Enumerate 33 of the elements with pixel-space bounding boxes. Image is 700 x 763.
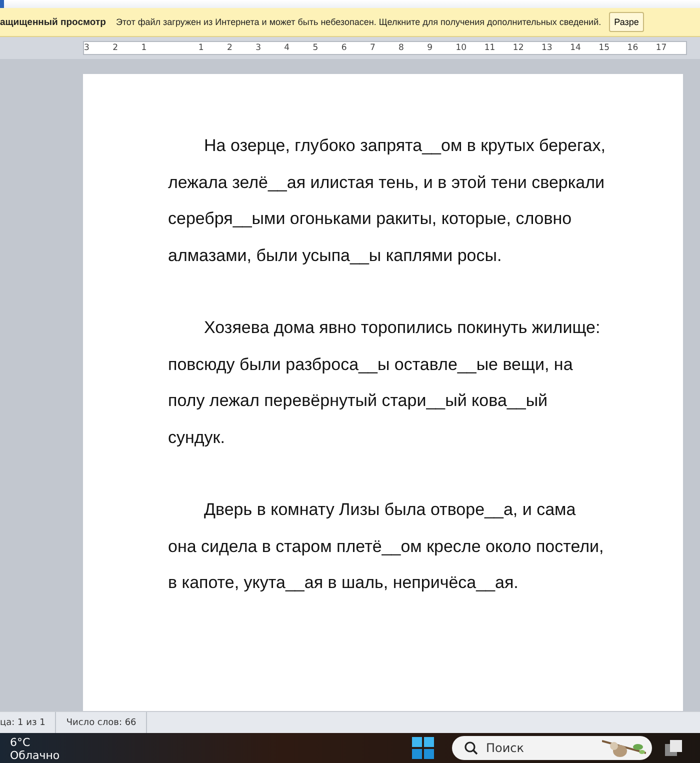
ruler-label: 6	[341, 43, 347, 53]
ruler-label: 1	[198, 43, 204, 53]
message-text[interactable]: Этот файл загружен из Интернета и может быть небезопасен. Щелкните для получения дополнительных сведений.	[116, 17, 602, 27]
ruler-label: 11	[484, 43, 496, 53]
ruler-label: 2	[112, 43, 118, 53]
weather-temperature[interactable]: 6°C	[10, 736, 400, 748]
ruler-label: 4	[284, 43, 290, 53]
message-title: ащищенный просмотр	[0, 16, 106, 28]
ruler-label: 3	[84, 43, 90, 53]
enable-editing-button[interactable]: Разре	[609, 12, 644, 32]
ruler-label: 13	[542, 43, 552, 53]
ruler-label: 7	[370, 43, 376, 53]
ruler-label: 1	[141, 43, 147, 53]
ruler-label: 17	[656, 43, 667, 53]
ruler-label: 8	[398, 43, 404, 53]
paragraph: На озерце, глубоко запрята__ом в крутых берегах, лежала зелё__ая илистая тень, и в этой тени сверкали серебря__ыми огоньками ракиты, которые, словно алмазами, были усыпа__ы каплями росы.	[168, 135, 606, 266]
ruler[interactable]: 3 2 1 1 2 3 4 5 6 7 8 9 10 11 12 13 14 15 16 17	[83, 41, 687, 55]
weather-condition[interactable]: Облачно	[10, 748, 400, 760]
ruler-label: 16	[627, 43, 638, 53]
paragraph: Дверь в комнату Лизы была отворе__а, и сама она сидела в старом плетё__ом кресле около постели, в капоте, укута__ая в шаль, непричёса__ая.	[168, 499, 605, 594]
search-icon	[464, 741, 478, 755]
ruler-label: 5	[312, 43, 318, 53]
ruler-label: 3	[256, 43, 261, 53]
ruler-label: 9	[427, 43, 433, 53]
search-field[interactable]: Поиск	[452, 736, 652, 760]
ruler-label: 14	[570, 43, 581, 53]
ruler-label: 12	[512, 43, 524, 53]
ruler-label: 15	[598, 43, 610, 53]
start-icon[interactable]	[412, 737, 434, 759]
paragraph: Хозяева дома явно торопились покинуть жилище: повсюду были разброса__ы оставле__ые вещи, на полу лежал перевёрнутый стари__ый кова__ый сундук.	[168, 317, 602, 448]
ruler-label: 10	[456, 43, 467, 53]
task-view-icon[interactable]	[664, 739, 684, 757]
ruler-label: 2	[226, 43, 232, 53]
